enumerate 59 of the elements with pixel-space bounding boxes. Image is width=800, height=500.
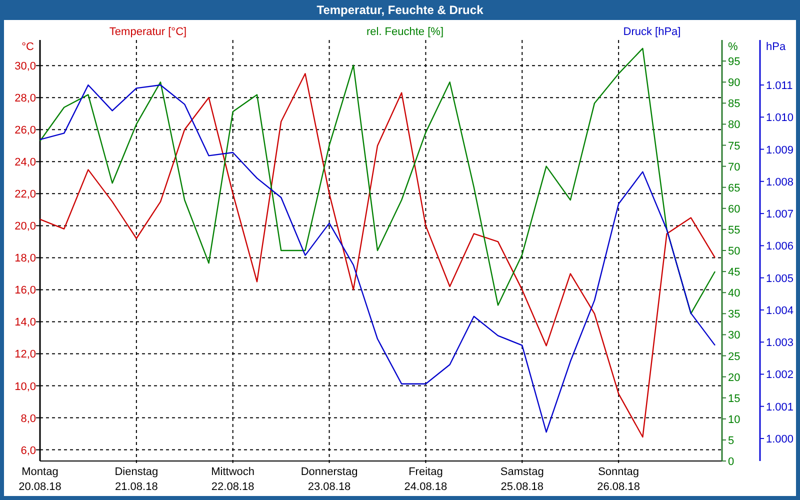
- day-date-label: Sonntag 26.08.18: [596, 465, 641, 495]
- series-title: Temperatur [°C]: [109, 26, 187, 38]
- axis-tick-label: 80: [728, 119, 740, 132]
- axis-tick-label: 1.008: [766, 176, 794, 188]
- axis-tick-label: 1.011: [766, 80, 793, 92]
- axis-tick-label: 1.002: [766, 369, 794, 382]
- axis-tick-label: 12,0: [14, 348, 36, 361]
- axis-tick-label: 30,0: [14, 60, 36, 73]
- axis-tick-label: 5: [728, 434, 734, 447]
- axis-tick-label: 30: [728, 330, 740, 342]
- axis-tick-label: 1.000: [766, 434, 794, 446]
- axis-tick-label: 28,0: [14, 92, 36, 105]
- axis-tick-label: 6,0: [20, 444, 36, 457]
- day-date-label: Dienstag 21.08.18: [114, 465, 160, 495]
- axis-tick-label: 75: [728, 140, 740, 152]
- day-date-label: Donnerstag 23.08.18: [300, 465, 359, 495]
- day-date-label: Samstag 25.08.18: [499, 465, 545, 495]
- axis-tick-label: 1.009: [766, 144, 794, 156]
- axis-tick-label: 85: [728, 98, 740, 110]
- day-date-label: Freitag 24.08.18: [403, 465, 448, 495]
- axis-tick-label: 14,0: [14, 316, 36, 329]
- axis-tick-label: 70: [728, 161, 740, 174]
- axis-tick-label: 1.006: [766, 240, 794, 253]
- axis-tick-label: 10: [728, 414, 740, 426]
- axis-tick-label: 0: [728, 456, 734, 468]
- axis-tick-label: 16,0: [14, 284, 36, 297]
- axis-tick-label: 35: [728, 308, 740, 321]
- series-title: Druck [hPa]: [623, 26, 681, 38]
- axis-tick-label: 10,0: [14, 380, 36, 393]
- axis-tick-label: 18,0: [14, 252, 36, 265]
- axis-tick-label: 60: [728, 203, 740, 216]
- axis-unit-label: hPa: [766, 41, 786, 53]
- axis-tick-label: 1.004: [766, 304, 794, 317]
- axis-tick-label: 65: [728, 182, 740, 194]
- axis-tick-label: 24,0: [14, 156, 36, 169]
- day-date-label: Montag 20.08.18: [18, 465, 62, 495]
- day-date-label: Mittwoch 22.08.18: [210, 465, 256, 495]
- axis-tick-label: 26,0: [14, 124, 36, 137]
- axis-tick-label: 95: [728, 56, 740, 68]
- axis-tick-label: 40: [728, 288, 740, 300]
- axis-tick-label: 45: [728, 266, 740, 279]
- axis-unit-label: %: [728, 41, 738, 53]
- series-title: rel. Feuchte [%]: [366, 26, 444, 38]
- axis-tick-label: 8,0: [20, 412, 36, 425]
- axis-tick-label: 55: [728, 224, 740, 236]
- axis-tick-label: 1.003: [766, 337, 794, 350]
- window-title: Temperatur, Feuchte & Druck: [316, 2, 484, 19]
- axis-tick-label: 1.005: [766, 272, 794, 285]
- axis-tick-label: 1.010: [766, 112, 794, 124]
- axis-tick-label: 20,0: [14, 220, 36, 233]
- axis-tick-label: 22,0: [14, 188, 36, 201]
- axis-tick-label: 50: [728, 246, 740, 258]
- axis-tick-label: 90: [728, 77, 740, 90]
- axis-unit-label: °C: [22, 41, 34, 53]
- axis-tick-label: 15: [728, 392, 740, 405]
- axis-tick-label: 1.007: [766, 208, 794, 221]
- axis-tick-label: 20: [728, 372, 740, 384]
- axis-tick-label: 25: [728, 350, 740, 363]
- axis-tick-label: 1.001: [766, 401, 794, 414]
